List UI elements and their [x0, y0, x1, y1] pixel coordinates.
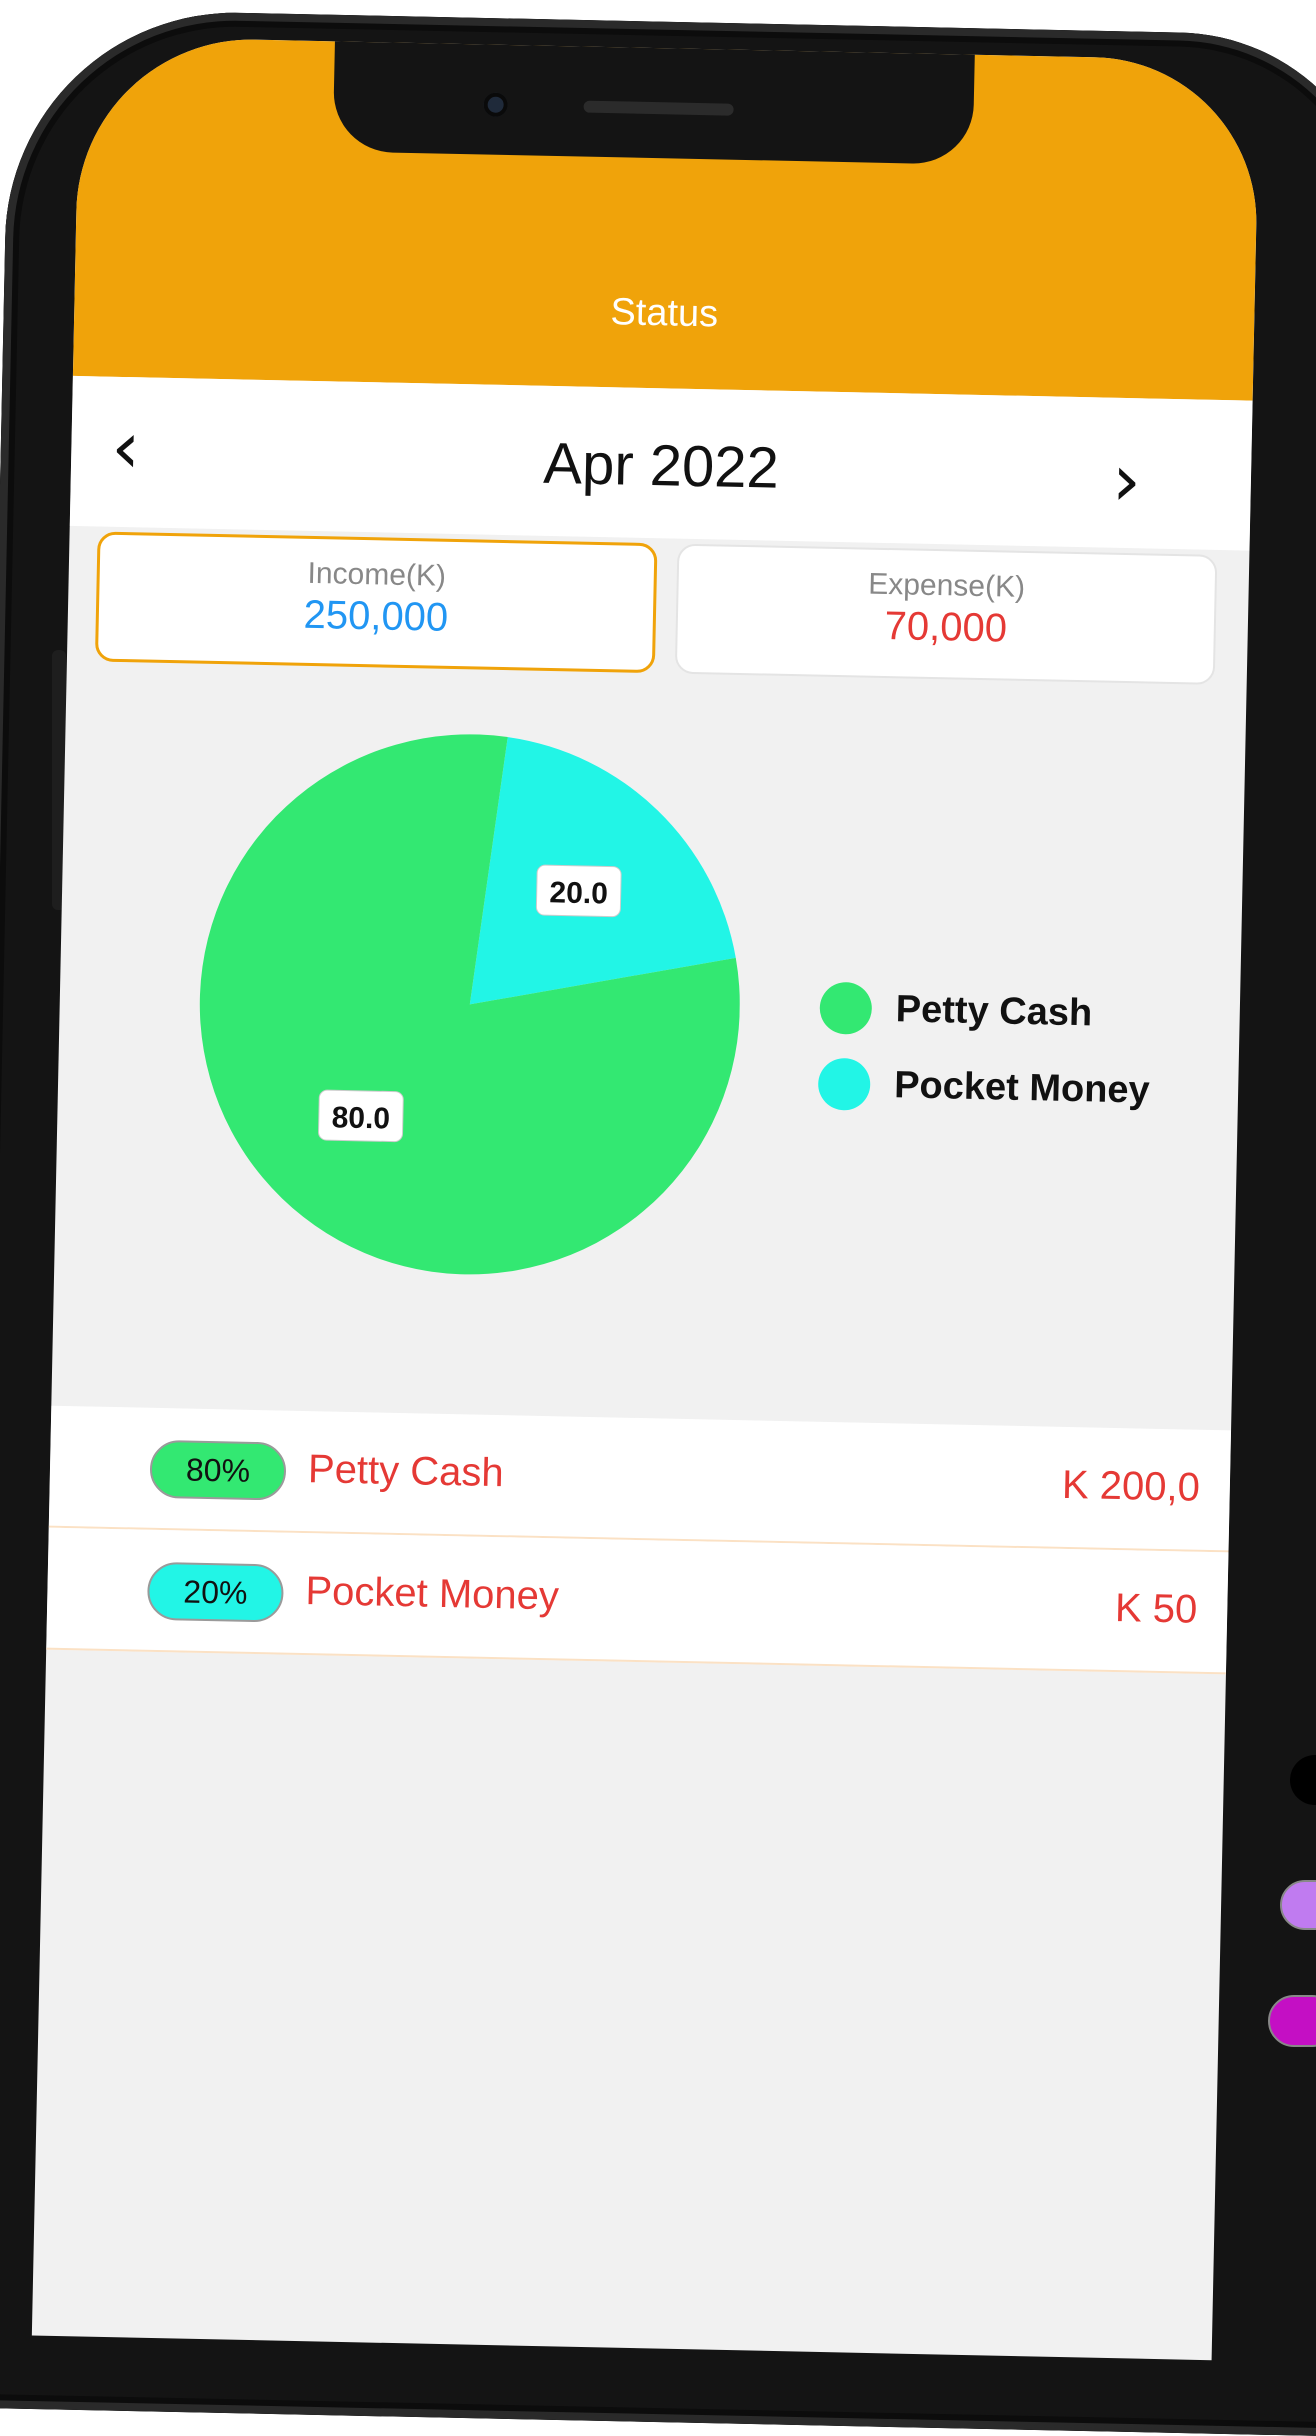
- category-amount: K 50: [1114, 1586, 1198, 1632]
- legend-label: Petty Cash: [895, 987, 1093, 1034]
- legend-swatch: [817, 1057, 871, 1111]
- pie-value-text: 20.0: [549, 876, 608, 910]
- income-value: 250,000: [303, 592, 449, 640]
- pie-value-text: 80.0: [331, 1101, 390, 1135]
- list-item[interactable]: 80% Petty Cash K 200,0: [48, 1405, 1232, 1553]
- month-label: Apr 2022: [542, 430, 780, 501]
- pie-data-label: 20.0: [535, 864, 622, 918]
- list-item[interactable]: 20% Pocket Money K 50: [46, 1527, 1229, 1675]
- legend-swatch: [819, 981, 873, 1035]
- pie-chart: 80.0 20.0: [194, 729, 745, 1280]
- speaker-grille: [583, 100, 734, 116]
- legend-label: Pocket Money: [893, 1063, 1151, 1112]
- chart-area: 80.0 20.0 Petty Cash Pocket Money: [52, 676, 1246, 1401]
- expense-value: 70,000: [884, 603, 1008, 651]
- expense-card[interactable]: Expense(K) 70,000: [674, 543, 1218, 685]
- pie-slice-petty-cash[interactable]: [194, 729, 745, 1280]
- category-name: Petty Cash: [307, 1447, 505, 1496]
- phone-notch: [332, 36, 976, 165]
- summary-cards: Income(K) 250,000 Expense(K) 70,000: [94, 531, 1227, 685]
- month-navigator: ‹ Apr 2022 ›: [69, 375, 1253, 551]
- pie-data-label: 80.0: [318, 1089, 404, 1143]
- camera-icon: [483, 92, 508, 117]
- chart-legend: Petty Cash Pocket Money: [817, 981, 1152, 1141]
- percent-badge: 20%: [146, 1561, 285, 1623]
- app-screen: Status ‹ Apr 2022 › Income(K) 250,000 Ex…: [31, 36, 1260, 2361]
- category-list: 80% Petty Cash K 200,0 20% Pocket Money …: [46, 1405, 1232, 1675]
- category-amount: K 200,0: [1061, 1462, 1201, 1510]
- next-month-button[interactable]: ›: [1111, 438, 1142, 523]
- percent-badge: 80%: [149, 1439, 287, 1501]
- legend-item: Pocket Money: [817, 1057, 1151, 1117]
- background-badge: [1268, 1995, 1316, 2047]
- category-name: Pocket Money: [305, 1569, 560, 1619]
- legend-item: Petty Cash: [819, 981, 1152, 1041]
- income-card[interactable]: Income(K) 250,000: [94, 531, 658, 674]
- page-title: Status: [610, 291, 719, 336]
